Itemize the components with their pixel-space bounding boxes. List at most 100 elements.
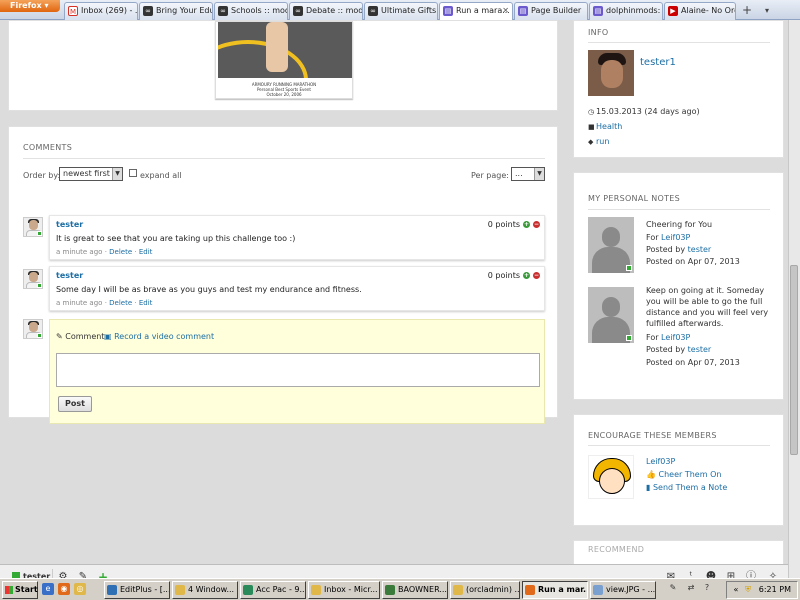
comments-panel: COMMENTS Order by: newest first ▼ expand… — [8, 126, 558, 424]
online-indicator — [37, 283, 42, 288]
start-button[interactable]: Start — [2, 581, 38, 599]
close-tab-icon[interactable]: ✕ — [502, 3, 509, 19]
add-icon[interactable]: + — [96, 570, 110, 578]
tools-icon[interactable]: ✧ — [766, 570, 780, 578]
commenter-avatar[interactable] — [23, 217, 43, 237]
note-for-user-link[interactable]: Leif03P — [661, 233, 690, 242]
browser-tab[interactable]: ∞ Bring Your Edu... — [139, 2, 213, 20]
note-posted-by: Posted by tester — [646, 345, 772, 354]
comment-author-link[interactable]: tester — [56, 220, 83, 229]
category-link[interactable]: Health — [596, 122, 622, 131]
vote-up-icon[interactable]: + — [523, 221, 530, 228]
quicklaunch-ie-icon[interactable]: e — [42, 583, 54, 595]
photo-panel: ARMOURY RUNNING MARATHON Personal Best S… — [8, 20, 558, 111]
taskbar-item-label: EditPlus - [... — [120, 585, 170, 594]
comment-edit-link[interactable]: Edit — [139, 248, 153, 256]
browser-tab[interactable]: ▤ Page Builder — [514, 2, 588, 20]
note-user-avatar[interactable] — [588, 287, 634, 343]
tab-title: Bring Your Edu... — [156, 6, 213, 15]
taskbar-item-active[interactable]: Run a mar... — [522, 581, 588, 599]
tab-title: Schools :: mod... — [231, 6, 287, 15]
taskbar-item[interactable]: BAOWNER... — [382, 581, 448, 599]
firefox-menu-button[interactable]: Firefox ▾ — [0, 0, 60, 12]
comment-edit-link[interactable]: Edit — [139, 299, 153, 307]
page-icon: ▤ — [443, 6, 453, 16]
mail-icon[interactable]: ✉ — [664, 570, 678, 578]
taskbar-item[interactable]: 4 Window... — [172, 581, 238, 599]
tab-list-button[interactable]: ▾ — [760, 4, 774, 18]
taskbar-item[interactable]: Acc Pac - 9... — [240, 581, 306, 599]
taskbar-item[interactable]: (orcladmin) ... — [450, 581, 520, 599]
info-date-text: 15.03.2013 (24 days ago) — [596, 107, 700, 116]
info-icon[interactable]: ⓘ — [744, 570, 758, 578]
windows-taskbar: Start e ◉ ◎ EditPlus - [... 4 Window... … — [0, 578, 800, 600]
taskbar-item[interactable]: Inbox - Micr... — [308, 581, 380, 599]
security-shield-icon[interactable]: ⛨ — [743, 585, 753, 595]
tab-comment[interactable]: ✎ Comment — [56, 332, 104, 341]
note-posted-by-link[interactable]: tester — [688, 245, 712, 254]
tab-title: Inbox (269) - ... — [81, 6, 138, 15]
browser-tab[interactable]: ▤ dolphinmods: I... — [589, 2, 663, 20]
pen-icon[interactable]: ✎ — [668, 583, 678, 593]
browser-tab[interactable]: ∞ Ultimate Gifts :... — [364, 2, 438, 20]
quicklaunch-outlook-icon[interactable]: ◎ — [74, 583, 86, 595]
cart-icon[interactable]: ⊞ — [724, 570, 738, 578]
note-for: For Leif03P — [646, 233, 772, 242]
encourage-title: ENCOURAGE THESE MEMBERS — [588, 431, 717, 440]
gear-icon[interactable]: ⚙ — [56, 570, 70, 578]
comment-author-link[interactable]: tester — [56, 271, 83, 280]
browser-tab[interactable]: M Inbox (269) - ... — [64, 2, 138, 20]
note-posted-on: Posted on Apr 07, 2013 — [646, 257, 740, 266]
tab-video-comment[interactable]: ▣ Record a video comment — [104, 332, 214, 341]
comment-delete-link[interactable]: Delete — [109, 299, 132, 307]
challenge-photo[interactable]: ARMOURY RUNNING MARATHON Personal Best S… — [215, 21, 353, 99]
browser-tab[interactable]: ▶ Alaine- No Ord... — [664, 2, 736, 20]
edit-icon[interactable]: ✎ — [76, 570, 90, 578]
taskbar-item-label: Run a mar... — [538, 585, 588, 594]
note-for-user-link[interactable]: Leif03P — [661, 333, 690, 342]
comment-time: a minute ago — [56, 299, 103, 307]
photo-caption: ARMOURY RUNNING MARATHON Personal Best S… — [216, 82, 352, 97]
taskbar-item[interactable]: EditPlus - [... — [104, 581, 170, 599]
member-avatar[interactable] — [588, 455, 634, 499]
comment-delete-link[interactable]: Delete — [109, 248, 132, 256]
note-user-avatar[interactable] — [588, 217, 634, 273]
tag-link[interactable]: run — [596, 137, 609, 146]
member-name-link[interactable]: Leif03P — [646, 457, 675, 466]
taskbar-item[interactable]: view.JPG - ... — [590, 581, 656, 599]
commenter-avatar[interactable] — [23, 269, 43, 289]
author-avatar[interactable] — [588, 50, 634, 96]
people-icon[interactable]: ☻ — [704, 570, 718, 578]
site-icon: ∞ — [368, 6, 378, 16]
author-username-link[interactable]: tester1 — [640, 57, 676, 68]
help-icon[interactable]: ? — [702, 583, 712, 593]
note-posted-by-link[interactable]: tester — [688, 345, 712, 354]
new-tab-button[interactable]: + — [738, 2, 756, 20]
scrollbar-thumb[interactable] — [790, 265, 798, 455]
post-button[interactable]: Post — [58, 396, 92, 412]
note-posted-by-label: Posted by — [646, 245, 686, 254]
comment-textarea[interactable] — [56, 353, 540, 387]
tray-expand-icon[interactable]: « — [731, 585, 741, 595]
browser-tab[interactable]: ∞ Schools :: mod... — [214, 2, 288, 20]
per-page-label: Per page: — [471, 171, 509, 180]
vote-up-icon[interactable]: + — [523, 272, 530, 279]
send-note-link[interactable]: ▮ Send Them a Note — [646, 483, 727, 492]
network-icon[interactable]: ⇄ — [686, 583, 696, 593]
outlook-icon — [311, 585, 321, 595]
current-user-avatar — [23, 319, 43, 339]
per-page-select[interactable]: ... ▼ — [511, 167, 545, 181]
clock[interactable]: 6:21 PM — [759, 585, 791, 594]
vote-down-icon[interactable]: − — [533, 272, 540, 279]
browser-tab[interactable]: ∞ Debate :: mod... — [289, 2, 363, 20]
encourage-panel: ENCOURAGE THESE MEMBERS Leif03P 👍 Cheer … — [573, 414, 784, 526]
expand-all-checkbox[interactable] — [129, 169, 137, 177]
quicklaunch-firefox-icon[interactable]: ◉ — [58, 583, 70, 595]
comment-points: 0 points — [487, 271, 520, 280]
order-by-select[interactable]: newest first ▼ — [59, 167, 123, 181]
info-category: ■Health — [588, 122, 622, 131]
vote-down-icon[interactable]: − — [533, 221, 540, 228]
browser-tab-active[interactable]: ▤ Run a mara... ✕ — [439, 2, 513, 20]
twitter-icon[interactable]: ᵗ — [684, 570, 698, 578]
cheer-link[interactable]: 👍 Cheer Them On — [646, 470, 721, 479]
